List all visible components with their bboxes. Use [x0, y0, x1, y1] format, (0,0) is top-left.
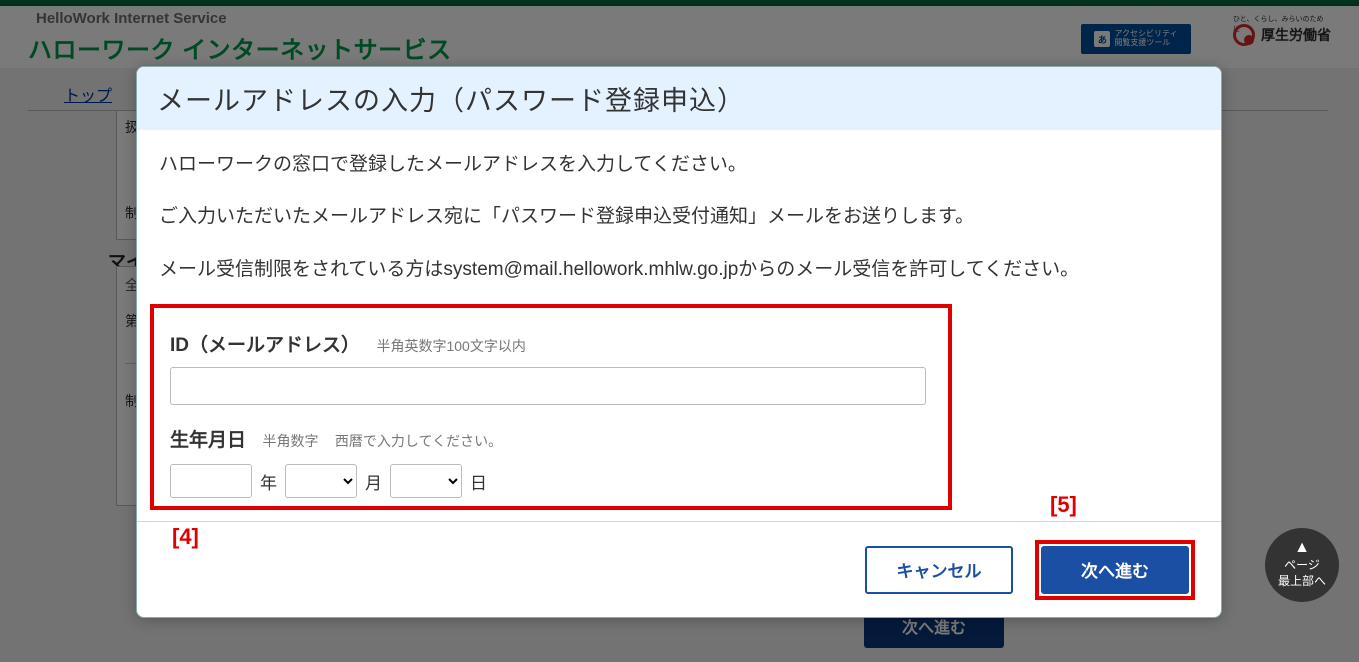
dob-month-unit: 月 [365, 469, 382, 494]
next-button[interactable]: 次へ進む [1041, 546, 1189, 594]
page-top-button[interactable]: ▲ ページ 最上部へ [1265, 528, 1339, 602]
dob-year-input[interactable] [170, 464, 252, 498]
modal-paragraph-3: メール受信制限をされている方はsystem@mail.hellowork.mhl… [159, 255, 1199, 285]
dob-hint-2: 西暦で入力してください。 [335, 433, 502, 449]
next-button-highlight: 次へ進む [1035, 540, 1195, 600]
chevron-up-icon: ▲ [1294, 540, 1310, 556]
dob-day-select[interactable] [390, 464, 462, 498]
id-label: ID（メールアドレス） [170, 335, 360, 356]
callout-4: [4] [172, 524, 199, 550]
page-top-line2: 最上部へ [1278, 574, 1326, 590]
dob-year-unit: 年 [260, 469, 277, 494]
modal-footer: キャンセル 次へ進む [137, 521, 1221, 617]
dob-day-unit: 日 [470, 469, 487, 494]
cancel-button[interactable]: キャンセル [865, 546, 1013, 594]
id-email-input[interactable] [170, 367, 926, 405]
dob-row: 生年月日 半角数字 西暦で入力してください。 年 月 日 [170, 425, 932, 498]
dob-month-select[interactable] [285, 464, 357, 498]
callout-5: [5] [1050, 492, 1077, 518]
id-hint: 半角英数字100文字以内 [376, 338, 525, 354]
page-top-line1: ページ [1284, 558, 1320, 574]
modal-body: ハローワークの窓口で登録したメールアドレスを入力してください。 ご入力いただいた… [137, 130, 1221, 285]
modal-paragraph-1: ハローワークの窓口で登録したメールアドレスを入力してください。 [159, 150, 1199, 180]
form-highlight-box: ID（メールアドレス） 半角英数字100文字以内 生年月日 半角数字 西暦で入力… [150, 304, 952, 510]
modal-title: メールアドレスの入力（パスワード登録申込） [137, 67, 1221, 130]
id-row: ID（メールアドレス） 半角英数字100文字以内 [170, 330, 932, 405]
dob-hint-1: 半角数字 [262, 433, 318, 449]
dob-label: 生年月日 [170, 430, 246, 451]
modal-paragraph-2: ご入力いただいたメールアドレス宛に「パスワード登録申込受付通知」メールをお送りし… [159, 202, 1199, 232]
